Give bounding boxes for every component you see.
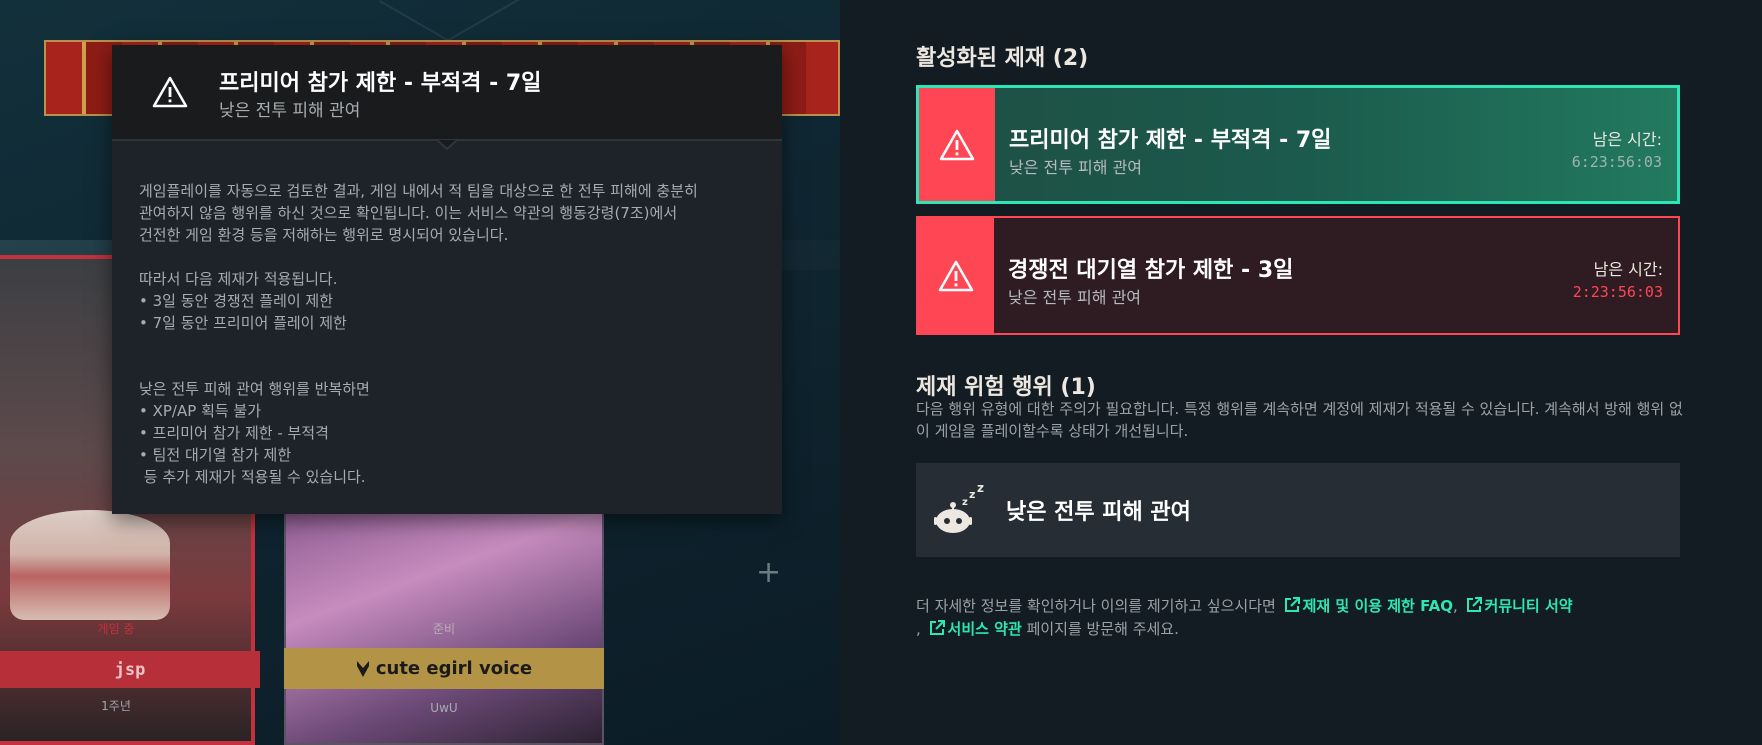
risk-behavior-item[interactable]: z z z 낮은 전투 피해 관여 <box>916 463 1680 557</box>
penalty-remaining: 남은 시간: 2:23:56:03 <box>1573 256 1663 301</box>
player-title: 1주년 <box>101 699 131 713</box>
penalty-card[interactable]: 경쟁전 대기열 참가 제한 - 3일 낮은 전투 피해 관여 남은 시간: 2:… <box>916 216 1680 335</box>
external-link-icon <box>1466 597 1482 612</box>
player-status: 게임 중 <box>97 622 135 636</box>
tooltip-line: 관여하지 않음 행위를 하신 것으로 확인됩니다. 이는 서비스 약관의 행동강… <box>139 204 678 222</box>
card-art-cake <box>10 510 170 620</box>
external-link-icon <box>929 620 945 635</box>
tooltip-header: 프리미어 참가 제한 - 부적격 - 7일 낮은 전투 피해 관여 <box>112 45 782 141</box>
player-name-bar: cute egirl voice <box>284 648 604 689</box>
svg-text:z: z <box>969 488 975 501</box>
player-title: UwU <box>430 701 458 715</box>
footer-prefix: 더 자세한 정보를 확인하거나 이의를 제기하고 싶으시다면 <box>916 597 1276 615</box>
penalty-title: 프리미어 참가 제한 - 부적격 - 7일 <box>1009 128 1332 153</box>
tooltip-line: • 3일 동안 경쟁전 플레이 제한 <box>139 292 334 310</box>
penalty-tooltip: 프리미어 참가 제한 - 부적격 - 7일 낮은 전투 피해 관여 게임플레이를… <box>112 45 782 514</box>
svg-text:z: z <box>962 497 968 508</box>
tooltip-line: 낮은 전투 피해 관여 행위를 반복하면 <box>139 380 370 398</box>
player-status: 준비 <box>432 622 456 636</box>
penalty-subtitle: 낮은 전투 피해 관여 <box>1008 288 1142 307</box>
remaining-label: 남은 시간: <box>1592 130 1662 149</box>
plus-icon[interactable]: + <box>756 555 781 590</box>
svg-text:z: z <box>977 483 984 495</box>
tooltip-line: • XP/AP 획득 불가 <box>139 402 262 420</box>
sleeping-bot-icon: z z z <box>934 483 984 533</box>
penalty-card[interactable]: 프리미어 참가 제한 - 부적격 - 7일 낮은 전투 피해 관여 남은 시간:… <box>916 85 1680 204</box>
valorant-logo-icon <box>356 660 369 677</box>
terms-of-service-link[interactable]: 서비스 약관 <box>948 620 1022 638</box>
penalty-faq-link[interactable]: 제재 및 이용 제한 FAQ <box>1303 597 1453 615</box>
active-penalties-heading: 활성화된 제재 (2) <box>916 46 1089 71</box>
help-footer: 더 자세한 정보를 확인하거나 이의를 제기하고 싶으시다면 제재 및 이용 제… <box>916 597 1573 638</box>
warning-icon <box>939 129 975 160</box>
warning-icon <box>152 76 188 108</box>
external-link-icon <box>1284 597 1300 612</box>
tooltip-line: 따라서 다음 제재가 적용됩니다. <box>139 270 338 288</box>
tooltip-line: 게임플레이를 자동으로 검토한 결과, 게임 내에서 적 팀을 대상으로 한 전… <box>139 182 698 200</box>
player-name-bar: jsp <box>0 651 260 688</box>
player-name: jsp <box>114 659 146 680</box>
community-code-link[interactable]: 커뮤니티 서약 <box>1485 597 1573 615</box>
tooltip-line: 건전한 게임 환경 등을 저해하는 행위로 명시되어 있습니다. <box>139 226 509 244</box>
warning-icon <box>938 260 974 291</box>
tooltip-line: • 7일 동안 프리미어 플레이 제한 <box>139 314 347 332</box>
penalty-remaining: 남은 시간: 6:23:56:03 <box>1572 126 1662 171</box>
tooltip-title: 프리미어 참가 제한 - 부적격 - 7일 <box>219 71 542 96</box>
risk-behavior-description: 다음 행위 유형에 대한 주의가 필요합니다. 특정 행위를 계속하면 계정에 … <box>916 400 1683 440</box>
chevron-down-icon <box>436 139 458 151</box>
tooltip-body: 게임플레이를 자동으로 검토한 결과, 게임 내에서 적 팀을 대상으로 한 전… <box>139 180 759 488</box>
penalty-panel: 활성화된 제재 (2) 프리미어 참가 제한 - 부적격 - 7일 낮은 전투 … <box>840 0 1762 745</box>
tooltip-line: • 프리미어 참가 제한 - 부적격 <box>139 424 329 442</box>
tooltip-subtitle: 낮은 전투 피해 관여 <box>219 101 361 121</box>
tooltip-line: • 팀전 대기열 참가 제한 <box>139 446 292 464</box>
penalty-icon-box <box>918 218 994 333</box>
tooltip-line: 등 추가 제재가 적용될 수 있습니다. <box>139 468 366 486</box>
player-name: cute egirl voice <box>375 658 533 679</box>
penalty-title: 경쟁전 대기열 참가 제한 - 3일 <box>1008 258 1294 283</box>
risk-behavior-label: 낮은 전투 피해 관여 <box>1006 500 1191 525</box>
footer-suffix: 페이지를 방문해 주세요. <box>1026 620 1179 638</box>
penalty-subtitle: 낮은 전투 피해 관여 <box>1009 158 1143 177</box>
remaining-time: 2:23:56:03 <box>1572 283 1663 301</box>
penalty-icon-box <box>919 88 995 201</box>
remaining-label: 남은 시간: <box>1593 260 1663 279</box>
remaining-time: 6:23:56:03 <box>1571 153 1662 171</box>
risk-behavior-heading: 제재 위험 행위 (1) <box>916 375 1096 400</box>
